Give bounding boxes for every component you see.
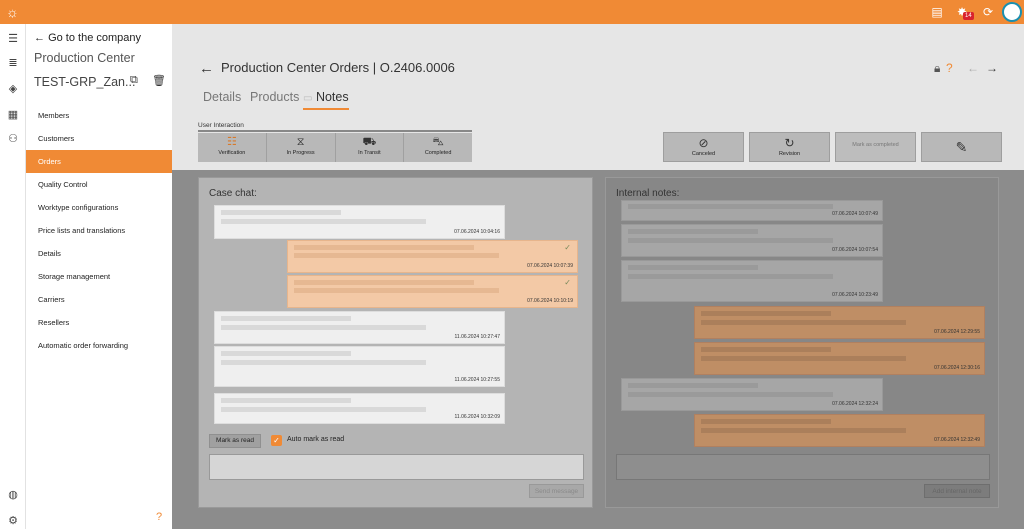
case-chat-title: Case chat:: [209, 188, 257, 199]
sidebar-item-quality-control[interactable]: Quality Control: [26, 173, 172, 196]
internal-note: 07.06.2024 10:07:49: [621, 200, 883, 221]
internal-note: 07.06.2024 10:23:49: [621, 260, 883, 302]
next-arrow-icon[interactable]: →: [986, 61, 998, 75]
read-check-icon: ✓: [564, 243, 571, 252]
internal-notes-title: Internal notes:: [616, 188, 680, 199]
chat-message-own: ✓ 07.06.2024 10:10:19: [287, 275, 578, 308]
arrow-left-icon: ←: [34, 32, 45, 44]
sidebar-item-details[interactable]: Details: [26, 242, 172, 265]
internal-notes-panel: Internal notes: 07.06.2024 10:07:49 07.0…: [605, 177, 999, 508]
send-message-button[interactable]: Send message: [529, 484, 584, 498]
internal-note: 07.06.2024 12:32:24: [621, 378, 883, 411]
list-icon[interactable]: ≣: [6, 56, 20, 70]
checklist-icon: ☷: [226, 136, 237, 148]
internal-note-own: 07.06.2024 12:29:55: [694, 306, 985, 339]
back-arrow-icon[interactable]: ←: [199, 60, 214, 77]
internal-note-own: 07.06.2024 12:30:16: [694, 342, 985, 375]
sidebar-item-orders[interactable]: Orders: [26, 150, 172, 173]
grid-icon[interactable]: ▦: [6, 108, 20, 122]
notes-icon: ▭: [303, 93, 313, 104]
previous-arrow-icon[interactable]: ←: [967, 61, 979, 75]
help-icon[interactable]: ?: [946, 61, 953, 75]
canceled-button[interactable]: ⊘ Canceled: [663, 132, 744, 162]
notification-badge: 14: [963, 12, 974, 20]
sidebar-item-worktype-configurations[interactable]: Worktype configurations: [26, 196, 172, 219]
tab-details[interactable]: Details: [203, 90, 241, 104]
top-bar: ☼ ▤ ✸ 14 ⟳: [0, 0, 1024, 24]
truck-icon: ⛟: [362, 136, 377, 148]
chat-message-input[interactable]: [209, 454, 584, 480]
globe-icon[interactable]: ◍: [6, 488, 20, 502]
add-internal-note-button[interactable]: Add internal note: [924, 484, 990, 498]
sun-logo-icon[interactable]: ☼: [6, 4, 22, 20]
internal-note-input[interactable]: [616, 454, 990, 480]
edit-button[interactable]: ✎: [921, 132, 1002, 162]
workflow-steps: ☷ Verification ⧖ In Progress ⛟ In Transi…: [198, 133, 472, 162]
icon-rail: ☰ ≣ ◈ ▦ ⚇ ◍ ⚙: [0, 24, 26, 529]
notes-content: Case chat: 07.06.2024 10:04:16 ✓ 07.06.2…: [172, 170, 1024, 529]
chat-message-own: ✓ 07.06.2024 10:07:39: [287, 240, 578, 273]
cancel-circle-icon: ⊘: [698, 136, 709, 150]
go-to-company-link[interactable]: ← Go to the company: [34, 32, 141, 44]
chat-message: 11.06.2024 10:27:47: [214, 311, 505, 344]
auto-mark-label: Auto mark as read: [287, 436, 345, 443]
tab-products[interactable]: Products: [250, 90, 299, 104]
hamburger-menu-icon[interactable]: ☰: [6, 32, 20, 46]
mark-as-completed-button[interactable]: Mark as completed: [835, 132, 916, 162]
workflow-divider: [198, 130, 472, 132]
read-check-icon: ✓: [564, 278, 571, 287]
hourglass-icon: ⧖: [296, 136, 305, 148]
pencil-icon: ✎: [955, 139, 968, 155]
sidebar-item-members[interactable]: Members: [26, 104, 172, 127]
revision-button[interactable]: ↻ Revision: [749, 132, 830, 162]
sidebar-item-automatic-order-forwarding[interactable]: Automatic order forwarding: [26, 334, 172, 357]
chat-message: 07.06.2024 10:04:16: [214, 205, 505, 239]
sidebar: ← Go to the company Production Center TE…: [26, 24, 172, 529]
internal-note: 07.06.2024 10:07:54: [621, 224, 883, 257]
sidebar-item-price-lists[interactable]: Price lists and translations: [26, 219, 172, 242]
step-completed[interactable]: ⛍ Completed: [404, 133, 472, 162]
mark-as-read-button[interactable]: Mark as read: [209, 434, 261, 448]
chat-icon[interactable]: ▤: [929, 4, 945, 20]
main-area: ← Production Center Orders | O.2406.0006…: [172, 24, 1024, 529]
users-icon[interactable]: ⚇: [6, 132, 20, 146]
sidebar-menu: Members Customers Orders Quality Control…: [26, 104, 172, 357]
step-in-progress[interactable]: ⧖ In Progress: [267, 133, 336, 162]
settings-icon[interactable]: ⚙: [6, 514, 20, 528]
refresh-icon[interactable]: ⟳: [980, 4, 996, 20]
copy-icon[interactable]: ⧉: [130, 74, 138, 87]
help-icon[interactable]: ?: [156, 511, 162, 523]
tab-notes[interactable]: ▭ Notes: [303, 90, 349, 110]
sidebar-title: Production Center: [34, 51, 135, 65]
sidebar-item-carriers[interactable]: Carriers: [26, 288, 172, 311]
tag-icon[interactable]: ◈: [6, 82, 20, 96]
sidebar-item-resellers[interactable]: Resellers: [26, 311, 172, 334]
cart-icon: ⛍: [432, 136, 444, 148]
chat-message: 11.06.2024 10:27:55: [214, 346, 505, 387]
step-in-transit[interactable]: ⛟ In Transit: [336, 133, 405, 162]
page-title: Production Center Orders | O.2406.0006: [221, 60, 455, 75]
revision-icon: ↻: [784, 136, 795, 150]
sidebar-item-storage-management[interactable]: Storage management: [26, 265, 172, 288]
lock-icon[interactable]: 🔒︎: [934, 61, 940, 76]
sidebar-item-customers[interactable]: Customers: [26, 127, 172, 150]
company-name: TEST-GRP_Zan...: [34, 75, 136, 89]
step-verification[interactable]: ☷ Verification: [198, 133, 267, 162]
auto-mark-checkbox[interactable]: ✓: [271, 435, 282, 446]
internal-note-own: 07.06.2024 12:32:49: [694, 414, 985, 447]
chat-message: 11.06.2024 10:32:09: [214, 393, 505, 424]
workflow-label: User Interaction: [198, 122, 244, 129]
user-avatar[interactable]: [1002, 2, 1022, 22]
trash-icon[interactable]: 🗑: [152, 74, 166, 87]
case-chat-panel: Case chat: 07.06.2024 10:04:16 ✓ 07.06.2…: [198, 177, 593, 508]
